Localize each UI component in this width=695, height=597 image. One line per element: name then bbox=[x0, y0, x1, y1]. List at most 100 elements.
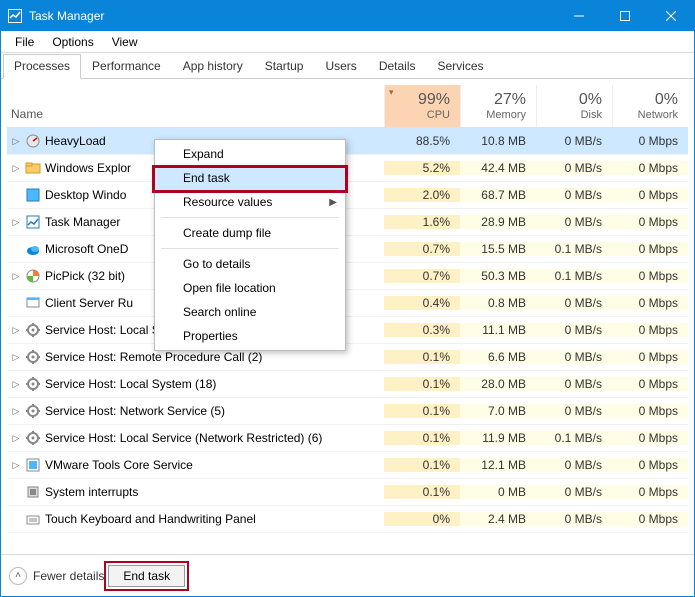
tab-users[interactable]: Users bbox=[314, 54, 367, 79]
tab-details[interactable]: Details bbox=[368, 54, 427, 79]
menu-view[interactable]: View bbox=[104, 33, 146, 51]
process-row[interactable]: ▷Service Host: Local System (18)0.1%28.0… bbox=[7, 371, 688, 398]
footer: ˄ Fewer details End task bbox=[1, 554, 694, 596]
disk-cell: 0 MB/s bbox=[536, 458, 612, 472]
column-name[interactable]: Name bbox=[7, 85, 384, 127]
tab-strip: ProcessesPerformanceApp historyStartupUs… bbox=[1, 53, 694, 79]
disk-cell: 0 MB/s bbox=[536, 134, 612, 148]
memory-cell: 28.9 MB bbox=[460, 215, 536, 229]
expand-toggle[interactable]: ▷ bbox=[7, 217, 23, 228]
expand-toggle[interactable]: ▷ bbox=[7, 379, 23, 390]
cpu-cell: 0.1% bbox=[384, 350, 460, 364]
expand-toggle[interactable]: ▷ bbox=[7, 406, 23, 417]
taskmgr-icon bbox=[23, 214, 43, 230]
tab-app-history[interactable]: App history bbox=[172, 54, 254, 79]
disk-cell: 0.1 MB/s bbox=[536, 431, 612, 445]
expand-toggle[interactable]: ▷ bbox=[7, 433, 23, 444]
context-resource-values[interactable]: Resource values▶ bbox=[155, 190, 345, 214]
memory-cell: 7.0 MB bbox=[460, 404, 536, 418]
process-name: Touch Keyboard and Handwriting Panel bbox=[43, 512, 384, 526]
context-end-task[interactable]: End task bbox=[155, 166, 345, 190]
menu-options[interactable]: Options bbox=[44, 33, 101, 51]
memory-cell: 28.0 MB bbox=[460, 377, 536, 391]
network-cell: 0 Mbps bbox=[612, 296, 688, 310]
titlebar: Task Manager bbox=[1, 1, 694, 31]
fewer-details-label: Fewer details bbox=[33, 569, 104, 583]
expand-toggle[interactable]: ▷ bbox=[7, 163, 23, 174]
net-percent: 0% bbox=[617, 91, 678, 109]
touch-icon bbox=[23, 511, 43, 527]
cpu-cell: 0.7% bbox=[384, 242, 460, 256]
context-create-dump-file[interactable]: Create dump file bbox=[155, 221, 345, 245]
process-row[interactable]: Microsoft OneD0.7%15.5 MB0.1 MB/s0 Mbps bbox=[7, 236, 688, 263]
context-search-online[interactable]: Search online bbox=[155, 300, 345, 324]
tab-performance[interactable]: Performance bbox=[81, 54, 172, 79]
mem-label: Memory bbox=[465, 109, 526, 121]
network-cell: 0 Mbps bbox=[612, 404, 688, 418]
chevron-right-icon: ▶ bbox=[329, 197, 337, 208]
memory-cell: 15.5 MB bbox=[460, 242, 536, 256]
tab-services[interactable]: Services bbox=[427, 54, 495, 79]
minimize-button[interactable] bbox=[556, 1, 602, 31]
cpu-percent: 99% bbox=[389, 91, 450, 109]
column-network[interactable]: 0% Network bbox=[612, 85, 688, 127]
cpu-cell: 0.1% bbox=[384, 458, 460, 472]
cpu-cell: 0% bbox=[384, 512, 460, 526]
process-row[interactable]: Touch Keyboard and Handwriting Panel0%2.… bbox=[7, 506, 688, 533]
process-row[interactable]: Desktop Windo2.0%68.7 MB0 MB/s0 Mbps bbox=[7, 182, 688, 209]
expand-toggle[interactable]: ▷ bbox=[7, 352, 23, 363]
process-row[interactable]: ▷Task Manager1.6%28.9 MB0 MB/s0 Mbps bbox=[7, 209, 688, 236]
menu-file[interactable]: File bbox=[7, 33, 42, 51]
context-properties[interactable]: Properties bbox=[155, 324, 345, 348]
chevron-up-icon: ˄ bbox=[9, 567, 27, 585]
expand-toggle[interactable]: ▷ bbox=[7, 271, 23, 282]
tab-processes[interactable]: Processes bbox=[3, 54, 81, 79]
context-expand[interactable]: Expand bbox=[155, 142, 345, 166]
memory-cell: 11.9 MB bbox=[460, 431, 536, 445]
context-go-to-details[interactable]: Go to details bbox=[155, 252, 345, 276]
process-name: Service Host: Local System (18) bbox=[43, 377, 384, 391]
column-cpu[interactable]: ▾ 99% CPU bbox=[384, 85, 460, 127]
process-row[interactable]: ▷Service Host: Local Service (Network Re… bbox=[7, 425, 688, 452]
sort-desc-icon: ▾ bbox=[389, 87, 394, 98]
process-name: Service Host: Remote Procedure Call (2) bbox=[43, 350, 384, 364]
process-row[interactable]: Client Server Ru0.4%0.8 MB0 MB/s0 Mbps bbox=[7, 290, 688, 317]
expand-toggle[interactable]: ▷ bbox=[7, 325, 23, 336]
network-cell: 0 Mbps bbox=[612, 215, 688, 229]
explorer-icon bbox=[23, 160, 43, 176]
tab-startup[interactable]: Startup bbox=[254, 54, 315, 79]
process-row[interactable]: ▷ Service Host: Remote Procedure Call (2)… bbox=[7, 344, 688, 371]
process-row[interactable]: ▷Service Host: Local Service (No Network… bbox=[7, 317, 688, 344]
fewer-details-button[interactable]: ˄ Fewer details bbox=[9, 567, 104, 585]
network-cell: 0 Mbps bbox=[612, 431, 688, 445]
process-row[interactable]: System interrupts0.1%0 MB0 MB/s0 Mbps bbox=[7, 479, 688, 506]
maximize-button[interactable] bbox=[602, 1, 648, 31]
memory-cell: 6.6 MB bbox=[460, 350, 536, 364]
memory-cell: 2.4 MB bbox=[460, 512, 536, 526]
network-cell: 0 Mbps bbox=[612, 323, 688, 337]
process-row[interactable]: ▷Service Host: Network Service (5)0.1%7.… bbox=[7, 398, 688, 425]
end-task-button[interactable]: End task bbox=[108, 565, 185, 587]
process-row[interactable]: ▷VMware Tools Core Service0.1%12.1 MB0 M… bbox=[7, 452, 688, 479]
disk-cell: 0 MB/s bbox=[536, 323, 612, 337]
network-cell: 0 Mbps bbox=[612, 134, 688, 148]
memory-cell: 10.8 MB bbox=[460, 134, 536, 148]
column-disk[interactable]: 0% Disk bbox=[536, 85, 612, 127]
expand-toggle[interactable]: ▷ bbox=[7, 136, 23, 147]
close-button[interactable] bbox=[648, 1, 694, 31]
net-label: Network bbox=[617, 109, 678, 121]
context-open-file-location[interactable]: Open file location bbox=[155, 276, 345, 300]
network-cell: 0 Mbps bbox=[612, 161, 688, 175]
process-row[interactable]: ▷PicPick (32 bit)0.7%50.3 MB0.1 MB/s0 Mb… bbox=[7, 263, 688, 290]
process-row[interactable]: ▷Windows Explor5.2%42.4 MB0 MB/s0 Mbps bbox=[7, 155, 688, 182]
column-memory[interactable]: 27% Memory bbox=[460, 85, 536, 127]
disk-cell: 0 MB/s bbox=[536, 215, 612, 229]
disk-percent: 0% bbox=[541, 91, 602, 109]
svc-icon bbox=[23, 430, 43, 446]
expand-toggle[interactable]: ▷ bbox=[7, 460, 23, 471]
memory-cell: 42.4 MB bbox=[460, 161, 536, 175]
network-cell: 0 Mbps bbox=[612, 242, 688, 256]
network-cell: 0 Mbps bbox=[612, 269, 688, 283]
end-task-highlight: End task bbox=[104, 561, 189, 591]
process-row[interactable]: ▷HeavyLoad88.5%10.8 MB0 MB/s0 Mbps bbox=[7, 128, 688, 155]
